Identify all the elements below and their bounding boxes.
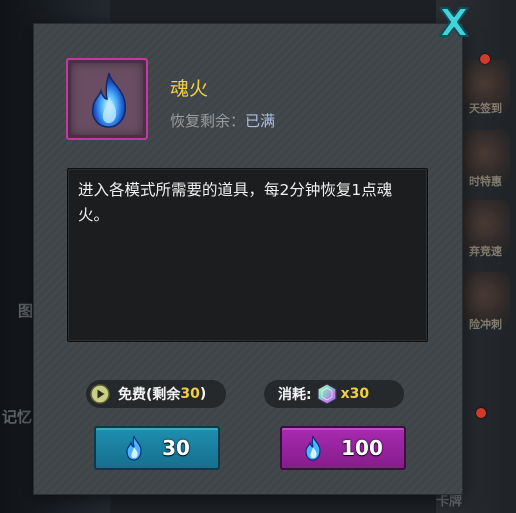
button-value: 100 <box>341 436 383 460</box>
blue-flame-icon <box>303 435 323 461</box>
close-icon[interactable] <box>434 4 474 40</box>
sidebar-label: 弃竞速 <box>469 245 502 258</box>
restore-label: 恢复剩余： <box>170 112 246 130</box>
free-label-prefix: 免费(剩余 <box>118 387 181 403</box>
free-refill-pill: 免费(剩余 30) <box>86 380 226 408</box>
sidebar-label: 险冲刺 <box>469 318 502 331</box>
item-description: 进入各模式所需要的道具，每2分钟恢复1点魂火。 <box>67 168 428 342</box>
item-icon-frame <box>66 58 148 140</box>
background-label: 记忆 <box>2 408 33 426</box>
sidebar-label: 天签到 <box>469 102 502 115</box>
button-value: 30 <box>162 436 190 460</box>
notification-dot <box>476 408 486 418</box>
restore-status: 恢复剩余：已满 <box>170 110 275 131</box>
sidebar-label: 时特惠 <box>469 175 502 188</box>
item-name: 魂火 <box>170 78 209 100</box>
cost-label: 消耗: <box>278 387 312 403</box>
play-icon[interactable] <box>90 384 110 404</box>
restore-value: 已满 <box>245 112 276 130</box>
close-button[interactable] <box>432 2 476 42</box>
refill-100-button[interactable]: 100 <box>280 426 406 470</box>
cost-pill: 消耗: x30 <box>264 380 404 408</box>
background-label: 图 <box>18 302 34 320</box>
free-label-suffix: ) <box>199 386 207 402</box>
blue-flame-icon <box>124 435 144 461</box>
notification-dot <box>480 54 490 64</box>
blue-flame-icon <box>91 72 127 128</box>
free-count: 30 <box>180 386 200 402</box>
refill-30-button[interactable]: 30 <box>94 426 220 470</box>
gem-icon <box>316 383 338 405</box>
cost-amount: x30 <box>340 386 370 402</box>
